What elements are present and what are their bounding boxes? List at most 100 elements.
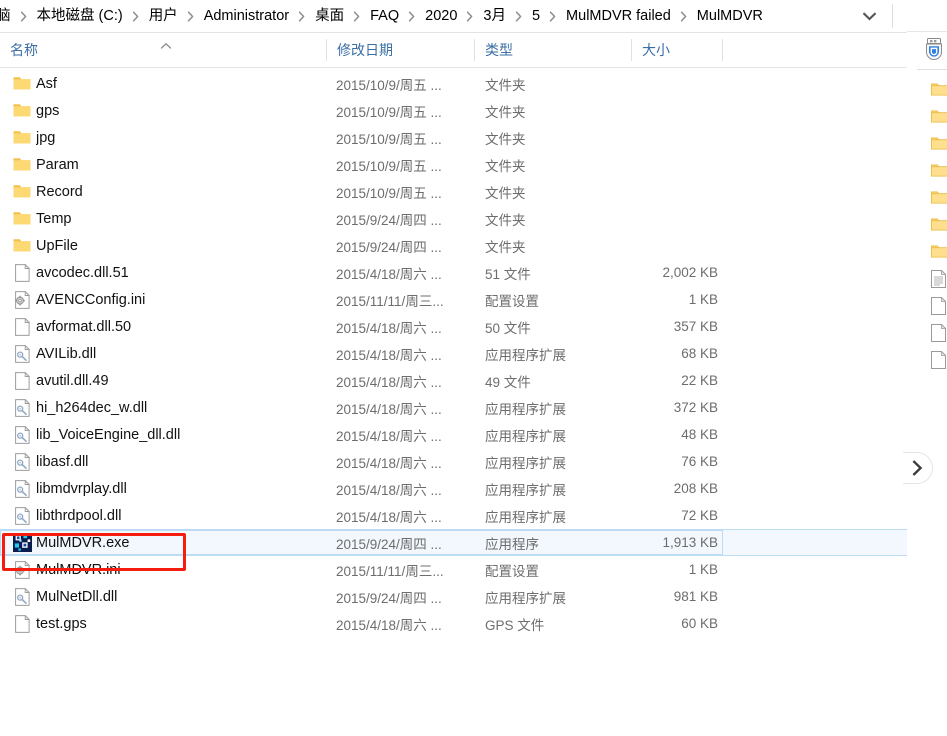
column-header-date-modified[interactable]: 修改日期 (327, 33, 475, 67)
dll-icon (12, 425, 32, 445)
file-row[interactable]: jpg 2015/10/9/周五 ... 文件夹 (0, 124, 907, 151)
file-size: 357 KB (673, 319, 718, 334)
file-type: 文件夹 (485, 158, 526, 174)
background-explorer-window[interactable] (906, 0, 947, 736)
file-name: hi_h264dec_w.dll (36, 399, 148, 416)
file-row[interactable]: MulMDVR.ini 2015/11/11/周三... 配置设置 1 KB (0, 556, 907, 583)
background-list-item[interactable] (907, 265, 947, 292)
file-row[interactable]: gps 2015/10/9/周五 ... 文件夹 (0, 97, 907, 124)
background-list-item[interactable] (907, 103, 947, 130)
usb-shield-icon[interactable] (921, 36, 946, 61)
background-address-bar[interactable] (907, 0, 947, 32)
file-row[interactable]: test.gps 2015/4/18/周六 ... GPS 文件 60 KB (0, 610, 907, 637)
file-date-modified: 2015/10/9/周五 ... (336, 104, 442, 120)
file-size: 208 KB (673, 481, 718, 496)
breadcrumb: 脑本地磁盘 (C:) 用户 Administrator 桌面 FAQ 2020 3月 5 Mul… (0, 0, 767, 32)
file-row[interactable]: hi_h264dec_w.dll 2015/4/18/周六 ... 应用程序扩展 37… (0, 394, 907, 421)
folder-icon (12, 101, 32, 121)
file-type: GPS 文件 (485, 617, 545, 633)
background-list-item[interactable] (907, 76, 947, 103)
breadcrumb-item[interactable]: 2020 (421, 4, 461, 29)
breadcrumb-separator-icon[interactable] (127, 10, 145, 22)
file-row[interactable]: avformat.dll.50 2015/4/18/周六 ... 50 文件 357 … (0, 313, 907, 340)
file-row[interactable]: libmdvrplay.dll 2015/4/18/周六 ... 应用程序扩展 208… (0, 475, 907, 502)
folder-icon (12, 209, 32, 229)
column-divider[interactable] (722, 39, 723, 61)
breadcrumb-item[interactable]: MulMDVR failed (562, 4, 675, 29)
file-row[interactable]: lib_VoiceEngine_dll.dll 2015/4/18/周六 ... 应… (0, 421, 907, 448)
file-name: gps (36, 102, 60, 119)
breadcrumb-item[interactable]: Administrator (200, 4, 293, 29)
breadcrumb-separator-icon[interactable] (675, 10, 693, 22)
dll-icon (12, 344, 32, 364)
background-list-item[interactable] (907, 346, 947, 373)
breadcrumb-separator-icon[interactable] (544, 10, 562, 22)
file-name: test.gps (36, 615, 87, 632)
breadcrumb-separator-icon[interactable] (348, 10, 366, 22)
explorer-window-screenshot: 脑本地磁盘 (C:) 用户 Administrator 桌面 FAQ 2020 3月 5 Mul… (0, 0, 947, 736)
background-list-item[interactable] (907, 130, 947, 157)
background-list-item[interactable] (907, 184, 947, 211)
breadcrumb-item[interactable]: 5 (528, 4, 544, 29)
breadcrumb-separator-icon[interactable] (15, 10, 33, 22)
breadcrumb-item[interactable]: 本地磁盘 (C:) (33, 4, 127, 29)
file-row[interactable]: Param 2015/10/9/周五 ... 文件夹 (0, 151, 907, 178)
file-row[interactable]: AVENCConfig.ini 2015/11/11/周三... 配置设置 1 KB (0, 286, 907, 313)
file-name: Record (36, 183, 83, 200)
file-type: 应用程序扩展 (485, 509, 566, 525)
file-name: jpg (36, 129, 56, 146)
file-type: 50 文件 (485, 320, 531, 336)
file-size: 48 KB (681, 427, 718, 442)
folder-icon (12, 236, 32, 256)
file-row-selected[interactable]: MulMDVR.exe 2015/9/24/周四 ... 应用程序 1,913 KB (0, 529, 907, 556)
breadcrumb-separator-icon[interactable] (403, 10, 421, 22)
column-header-type[interactable]: 类型 (475, 33, 632, 67)
background-list-item[interactable] (907, 292, 947, 319)
file-size: 68 KB (681, 346, 718, 361)
file-row[interactable]: UpFile 2015/9/24/周四 ... 文件夹 (0, 232, 907, 259)
breadcrumb-separator-icon[interactable] (510, 10, 528, 22)
breadcrumb-item[interactable]: 桌面 (311, 4, 348, 29)
file-date-modified: 2015/4/18/周六 ... (336, 482, 442, 498)
file-size: 60 KB (681, 616, 718, 631)
chevron-down-icon[interactable] (857, 0, 881, 32)
breadcrumb-separator-icon[interactable] (461, 10, 479, 22)
file-row[interactable]: Temp 2015/9/24/周四 ... 文件夹 (0, 205, 907, 232)
background-list-item[interactable] (907, 238, 947, 265)
file-date-modified: 2015/9/24/周四 ... (336, 590, 442, 606)
file-size: 72 KB (681, 508, 718, 523)
file-icon (12, 371, 32, 391)
breadcrumb-separator-icon[interactable] (182, 10, 200, 22)
breadcrumb-separator-icon[interactable] (293, 10, 311, 22)
file-name: MulMDVR.ini (36, 561, 121, 578)
column-header-type-label: 类型 (485, 42, 513, 58)
background-list-item[interactable] (907, 157, 947, 184)
file-list[interactable]: Asf 2015/10/9/周五 ... 文件夹 gps 2015/10/9/周五 ..… (0, 70, 907, 736)
background-column-divider (917, 69, 947, 70)
file-name: MulNetDll.dll (36, 588, 118, 605)
file-row[interactable]: Record 2015/10/9/周五 ... 文件夹 (0, 178, 907, 205)
background-list-item[interactable] (907, 211, 947, 238)
breadcrumb-item[interactable]: 3月 (479, 4, 510, 29)
ini-icon (12, 290, 32, 310)
background-list-item[interactable] (907, 319, 947, 346)
file-date-modified: 2015/9/24/周四 ... (336, 239, 442, 255)
file-name: avcodec.dll.51 (36, 264, 129, 281)
file-row[interactable]: libthrdpool.dll 2015/4/18/周六 ... 应用程序扩展 72 … (0, 502, 907, 529)
address-bar[interactable]: 脑本地磁盘 (C:) 用户 Administrator 桌面 FAQ 2020 3月 5 Mul… (0, 0, 907, 33)
file-size: 22 KB (681, 373, 718, 388)
file-row[interactable]: MulNetDll.dll 2015/9/24/周四 ... 应用程序扩展 981 K… (0, 583, 907, 610)
file-row[interactable]: libasf.dll 2015/4/18/周六 ... 应用程序扩展 76 KB (0, 448, 907, 475)
file-row[interactable]: Asf 2015/10/9/周五 ... 文件夹 (0, 70, 907, 97)
file-date-modified: 2015/10/9/周五 ... (336, 77, 442, 93)
file-row[interactable]: avutil.dll.49 2015/4/18/周六 ... 49 文件 22 KB (0, 367, 907, 394)
breadcrumb-item[interactable]: FAQ (366, 4, 403, 29)
column-header-size[interactable]: 大小 (632, 33, 723, 67)
breadcrumb-item[interactable]: 脑 (0, 4, 15, 29)
file-row[interactable]: AVILib.dll 2015/4/18/周六 ... 应用程序扩展 68 KB (0, 340, 907, 367)
breadcrumb-item[interactable]: 用户 (145, 4, 182, 29)
breadcrumb-item[interactable]: MulMDVR (693, 4, 767, 29)
file-explorer-window: 脑本地磁盘 (C:) 用户 Administrator 桌面 FAQ 2020 3月 5 Mul… (0, 0, 933, 736)
file-row[interactable]: avcodec.dll.51 2015/4/18/周六 ... 51 文件 2,002… (0, 259, 907, 286)
file-type: 文件夹 (485, 77, 526, 93)
